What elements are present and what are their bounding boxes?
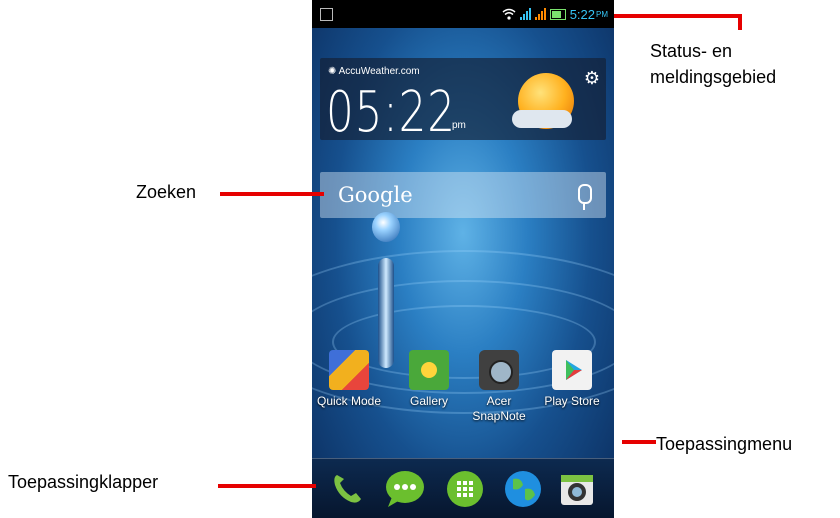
battery-icon (549, 8, 566, 20)
signal-icon-1 (519, 8, 531, 20)
messaging-icon[interactable] (384, 468, 426, 510)
app-menu-callout-line (622, 440, 656, 444)
app-label: Acer SnapNote (472, 394, 526, 423)
app-label: Play Store (544, 394, 600, 408)
signal-icon-2 (534, 8, 546, 20)
microphone-icon[interactable] (578, 184, 592, 210)
google-search-bar[interactable]: Google (320, 172, 606, 218)
cloud-icon (512, 110, 572, 128)
quick-mode-icon (329, 350, 369, 390)
image-notification-icon (320, 8, 333, 21)
weather-logo-icon: ✺ (328, 66, 337, 77)
search-callout-line (220, 192, 324, 196)
launcher-callout-line (218, 484, 316, 488)
browser-globe-icon[interactable] (502, 468, 544, 510)
app-play-store[interactable]: Play Store (537, 350, 607, 409)
app-drawer-icon[interactable] (444, 468, 486, 510)
play-store-icon (552, 350, 592, 390)
camera-icon[interactable] (556, 468, 598, 510)
water-drop (372, 212, 400, 242)
app-label: Gallery (409, 394, 448, 408)
gear-icon[interactable]: ⚙ (584, 68, 600, 89)
phone-home-screen: 5:22 PM ✺ AccuWeather.com 05:22 pm ⚙ Goo… (312, 0, 614, 518)
widget-pm: pm (452, 120, 466, 131)
search-label: Google (338, 183, 413, 207)
app-label: Quick Mode (316, 394, 382, 408)
dock-divider (312, 458, 614, 459)
app-acer-snapnote[interactable]: Acer SnapNote (464, 350, 534, 424)
weather-clock-widget[interactable]: ✺ AccuWeather.com 05:22 pm ⚙ (320, 58, 606, 145)
status-callout-line (614, 14, 742, 18)
app-quick-mode[interactable]: Quick Mode (314, 350, 384, 409)
status-callout-line-down (738, 14, 742, 30)
phone-icon[interactable] (326, 468, 368, 510)
launcher-callout-label: Toepassingklapper (8, 472, 159, 492)
status-ampm: PM (596, 9, 608, 19)
status-bar[interactable]: 5:22 PM (312, 0, 614, 28)
app-menu-callout-label: Toepassingmenu (656, 434, 793, 454)
widget-clock: 05:22 (326, 80, 456, 145)
app-gallery[interactable]: Gallery (394, 350, 464, 409)
search-callout-label: Zoeken (136, 182, 197, 202)
snapnote-camera-icon (479, 350, 519, 390)
wifi-icon (502, 8, 516, 20)
widget-source: ✺ AccuWeather.com (328, 66, 420, 77)
gallery-icon (409, 350, 449, 390)
status-callout-label: Status- en meldingsgebied (650, 41, 777, 87)
status-time: 5:22 (569, 6, 595, 22)
